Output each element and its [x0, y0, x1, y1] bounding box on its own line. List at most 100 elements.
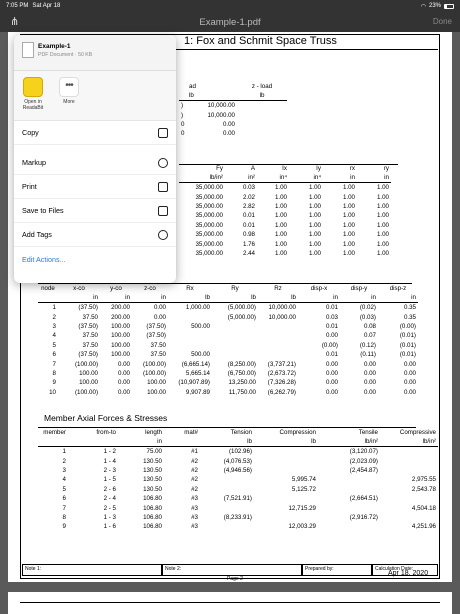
table-cell: 37.50	[150, 351, 166, 359]
table-cell: 35,000.00	[195, 240, 223, 248]
edit-actions-link[interactable]: Edit Actions...	[14, 247, 176, 271]
load-unit: lb	[187, 91, 237, 102]
markup-action[interactable]: Markup	[14, 151, 176, 175]
table-row: 0 0.00	[181, 120, 235, 128]
table-cell: 37.50	[82, 313, 98, 321]
table-cell	[258, 322, 298, 331]
table-cell: 0.00	[325, 332, 338, 340]
table-cell: 5,665.14	[185, 369, 210, 377]
open-in-readabit-button[interactable]: Open in ReadaBit	[16, 77, 50, 111]
copy-icon	[158, 127, 168, 138]
table-cell: 0.35	[403, 304, 416, 312]
table-cell: 3	[52, 322, 56, 330]
member-section-title: Member Axial Forces & Stresses	[44, 413, 168, 423]
table-cell: (37.50)	[78, 304, 98, 312]
table-cell: 0.35	[403, 313, 416, 321]
table-cell	[318, 522, 380, 531]
table-cell: 0.00	[325, 369, 338, 377]
table-cell: (0.02)	[359, 304, 376, 312]
table-cell: (0.00)	[399, 322, 416, 330]
table-cell: (37.50)	[146, 332, 166, 340]
table-cell: 11,750.00	[228, 388, 256, 396]
table-cell	[380, 513, 438, 522]
table-cell: 1.00	[308, 240, 321, 248]
status-time: 7:05 PM	[6, 3, 29, 9]
table-cell: A	[250, 165, 255, 173]
table-cell: (100.00)	[74, 388, 98, 396]
table-cell: (0.01)	[399, 332, 416, 340]
tag-icon	[158, 229, 168, 240]
table-row: 35,000.00 2.82 1.00 1.00 1.00 1.00	[179, 202, 391, 211]
table-cell: 100.00	[111, 322, 130, 330]
more-apps-button[interactable]: ••• More	[52, 77, 86, 105]
table-cell: 1.00	[376, 240, 389, 248]
table-cell: lb	[168, 293, 212, 304]
table-cell: x-co	[73, 285, 85, 293]
table-cell: 100.00	[111, 332, 130, 340]
table-cell: 2 - 4	[103, 495, 116, 503]
table-cell: 7	[52, 360, 56, 368]
table-cell: (2,664.51)	[349, 495, 378, 503]
table-cell: 1 - 5	[103, 476, 116, 484]
table-row: 5 37.50 100.00 37.50 (0.00) (0.12) (0.01)	[38, 341, 418, 350]
table-cell	[258, 341, 298, 350]
table-cell: (8,233.91)	[223, 513, 252, 521]
table-cell: 1	[52, 304, 56, 312]
table-cell: 9,907.89	[185, 388, 210, 396]
table-cell: 37.50	[150, 341, 166, 349]
table-cell	[318, 485, 380, 494]
table-cell: (6,262.79)	[267, 388, 296, 396]
table-cell: (3,737.21)	[267, 360, 296, 368]
table-cell: 100.00	[79, 369, 98, 377]
table-cell: 1.00	[308, 202, 321, 210]
table-cell: z-co	[144, 285, 156, 293]
table-cell: 1.00	[274, 240, 287, 248]
table-cell: #2	[191, 466, 198, 474]
table-cell: 0.00	[403, 369, 416, 377]
table-cell: 2 - 3	[103, 466, 116, 474]
wifi-icon: ◠	[420, 3, 426, 10]
table-cell: 1 - 2	[103, 448, 116, 456]
table-cell: (6,750.00)	[227, 369, 256, 377]
share-sheet-header: Example-1 PDF Document · 50 KB	[14, 35, 176, 71]
share-file-name: Example-1	[38, 43, 71, 50]
table-row: 35,000.00 0.03 1.00 1.00 1.00 1.00	[179, 183, 391, 193]
table-cell: 1.76	[242, 240, 255, 248]
print-action[interactable]: Print	[14, 175, 176, 199]
table-cell	[254, 447, 318, 457]
table-cell: 2.82	[242, 202, 255, 210]
table-cell	[200, 503, 254, 512]
table-row: 5 2 - 6 130.50 #2 5,125.72 2,543.78	[38, 485, 438, 494]
table-row: 35,000.00 0.98 1.00 1.00 1.00 1.00	[179, 230, 391, 239]
table-cell: 1 - 6	[103, 523, 116, 531]
save-to-files-action[interactable]: Save to Files	[14, 199, 176, 223]
note-2: Note 2:	[162, 564, 302, 576]
table-cell: in	[132, 293, 168, 304]
table-units: in lb lb lb/in² lb/in²	[38, 437, 438, 448]
add-tags-action[interactable]: Add Tags	[14, 223, 176, 247]
table-cell: (3,120.07)	[349, 448, 378, 456]
table-cell: 1.00	[342, 249, 355, 257]
table-cell: 1 - 3	[103, 513, 116, 521]
table-header: member from-to length mat# Tension Compressio…	[38, 428, 438, 437]
table-cell: Ry	[231, 285, 239, 293]
print-icon	[158, 181, 168, 192]
table-cell: 1 - 4	[103, 457, 116, 465]
table-row: 3 2 - 3 130.50 #2 (4,946.56) (2,454.87)	[38, 466, 438, 475]
table-cell: (100.00)	[74, 360, 98, 368]
table-cell: 1.00	[274, 184, 287, 192]
table-cell	[380, 447, 438, 457]
copy-action[interactable]: Copy	[14, 121, 176, 145]
table-cell: #3	[191, 513, 198, 521]
battery-percent: 23%	[428, 3, 441, 9]
table-row: 35,000.00 2.44 1.00 1.00 1.00 1.00	[179, 249, 391, 258]
table-cell: (7,521.91)	[223, 495, 252, 503]
done-button[interactable]: Done	[433, 17, 452, 26]
table-cell: 1.00	[308, 249, 321, 257]
table-cell	[200, 485, 254, 494]
table-row: 35,000.00 1.76 1.00 1.00 1.00 1.00	[179, 239, 391, 248]
table-row: 10 (100.00) 0.00 100.00 9,907.89 11,750.00 (6,…	[38, 388, 418, 397]
table-cell: 100.00	[147, 379, 166, 387]
table-cell: Tension	[230, 429, 252, 437]
table-cell: 12,003.29	[288, 523, 316, 531]
